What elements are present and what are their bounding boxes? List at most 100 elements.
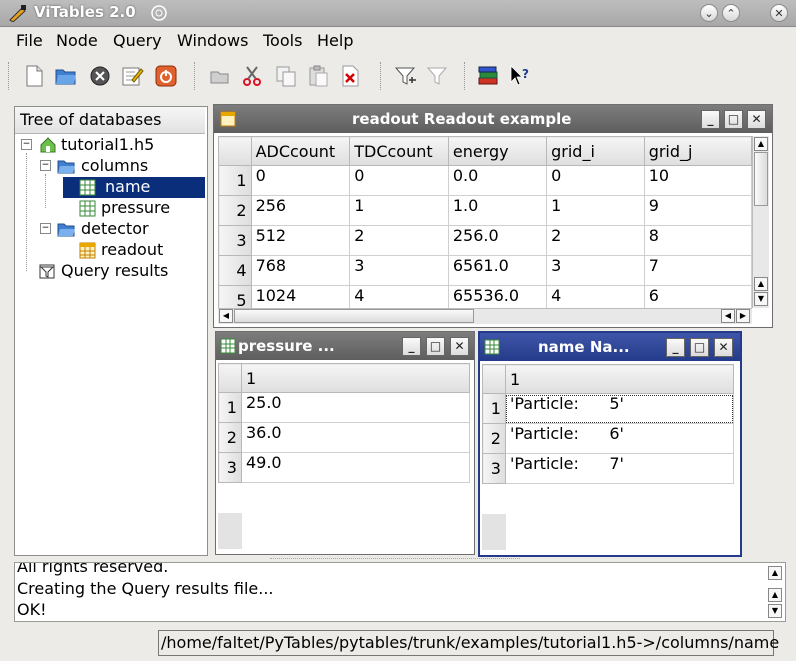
- close-button[interactable]: ✕: [747, 110, 766, 129]
- readout-titlebar[interactable]: readout Readout example _ □ ✕: [214, 105, 772, 133]
- table-cell[interactable]: 512: [250, 225, 351, 256]
- scroll-up-icon[interactable]: ▲: [768, 566, 782, 580]
- menu-query[interactable]: Query: [113, 31, 162, 50]
- tree-item-query-results[interactable]: Query results: [15, 261, 205, 282]
- row-header[interactable]: 1: [218, 392, 242, 423]
- corner-header[interactable]: [218, 363, 242, 393]
- table-cell[interactable]: 1: [546, 195, 645, 226]
- open-node-icon[interactable]: [208, 64, 232, 88]
- scroll-thumb[interactable]: [234, 309, 474, 323]
- open-folder-icon[interactable]: [54, 64, 78, 88]
- scroll-down-icon[interactable]: ▼: [754, 292, 768, 306]
- table-cell[interactable]: 1024: [250, 285, 351, 308]
- table-cell[interactable]: 1.0: [447, 195, 548, 226]
- maximize-button[interactable]: ⌃: [722, 4, 740, 22]
- tree-item-name[interactable]: name: [15, 177, 205, 198]
- collapse-icon[interactable]: −: [40, 223, 51, 234]
- close-button[interactable]: ✕: [714, 338, 733, 357]
- row-header[interactable]: 5: [218, 285, 252, 308]
- books-icon[interactable]: [476, 64, 500, 88]
- toolbar-handle[interactable]: [8, 62, 13, 90]
- column-header[interactable]: grid_j: [643, 136, 752, 166]
- collapse-icon[interactable]: −: [40, 160, 51, 171]
- copy-icon[interactable]: [274, 64, 298, 88]
- name-titlebar[interactable]: name Na... _ □ ✕: [480, 333, 740, 361]
- delete-icon[interactable]: [338, 64, 362, 88]
- log-scrollbar[interactable]: ▲ ▲ ▼: [767, 565, 783, 619]
- table-cell[interactable]: 0.0: [447, 165, 548, 196]
- column-header[interactable]: energy: [447, 136, 548, 166]
- table-cell[interactable]: 1: [349, 195, 449, 226]
- table-cell[interactable]: 768: [250, 255, 351, 286]
- corner-header[interactable]: [218, 136, 252, 166]
- tree-item-detector[interactable]: − detector: [15, 219, 205, 240]
- minimize-button[interactable]: _: [666, 338, 685, 357]
- quit-icon[interactable]: [154, 64, 178, 88]
- row-header[interactable]: 3: [482, 453, 506, 484]
- scroll-up-icon[interactable]: ▲: [768, 588, 782, 602]
- maximize-button[interactable]: □: [690, 338, 709, 357]
- new-file-icon[interactable]: [22, 64, 46, 88]
- horizontal-scrollbar[interactable]: ◀ ◀ ▶: [218, 308, 752, 324]
- tree-item-file[interactable]: − tutorial1.h5: [15, 135, 205, 156]
- row-header[interactable]: 4: [218, 255, 252, 286]
- column-header[interactable]: 1: [240, 363, 470, 393]
- minimize-button[interactable]: _: [402, 337, 421, 356]
- table-cell[interactable]: 256: [250, 195, 351, 226]
- scroll-thumb[interactable]: [754, 152, 768, 206]
- query-filter-icon[interactable]: [394, 64, 418, 88]
- close-button[interactable]: ✕: [450, 337, 469, 356]
- table-cell[interactable]: 9: [643, 195, 752, 226]
- tree-item-pressure[interactable]: pressure: [15, 198, 205, 219]
- minimize-button[interactable]: ⌄: [700, 4, 718, 22]
- whats-this-icon[interactable]: ?: [508, 64, 532, 88]
- row-header[interactable]: 3: [218, 452, 242, 483]
- row-header[interactable]: 2: [218, 195, 252, 226]
- table-cell[interactable]: 'Particle: 6': [504, 423, 734, 454]
- tree-item-readout[interactable]: readout: [15, 240, 205, 261]
- table-cell[interactable]: 65536.0: [447, 285, 548, 308]
- close-button[interactable]: ✕: [770, 4, 788, 22]
- pressure-table-viewport[interactable]: 1 1 25.0 2 36.0 3 49.0: [218, 363, 470, 549]
- table-cell[interactable]: 6: [643, 285, 752, 308]
- maximize-button[interactable]: □: [426, 337, 445, 356]
- table-cell[interactable]: 2: [546, 225, 645, 256]
- menu-help[interactable]: Help: [317, 31, 353, 50]
- tree-item-columns[interactable]: − columns: [15, 156, 205, 177]
- column-header[interactable]: grid_i: [546, 136, 645, 166]
- cut-icon[interactable]: [240, 64, 264, 88]
- column-header[interactable]: TDCcount: [349, 136, 449, 166]
- vertical-scrollbar[interactable]: ▲ ▲ ▼: [752, 136, 769, 308]
- table-cell[interactable]: 10: [643, 165, 752, 196]
- table-cell[interactable]: 0: [349, 165, 449, 196]
- scroll-left-icon[interactable]: ◀: [219, 309, 233, 323]
- table-cell[interactable]: 3: [349, 255, 449, 286]
- log-panel[interactable]: All rights reserved. Creating the Query …: [14, 562, 786, 622]
- scroll-left-icon[interactable]: ◀: [721, 309, 735, 323]
- table-cell[interactable]: 0: [250, 165, 351, 196]
- scroll-up-icon[interactable]: ▲: [754, 277, 768, 291]
- table-cell[interactable]: 4: [349, 285, 449, 308]
- close-file-icon[interactable]: [88, 64, 112, 88]
- table-cell[interactable]: 3: [546, 255, 645, 286]
- pressure-titlebar[interactable]: pressure ... _ □ ✕: [216, 332, 474, 360]
- table-cell[interactable]: 0: [546, 165, 645, 196]
- readout-table-viewport[interactable]: ADCcount TDCcount energy grid_i grid_j 1…: [218, 136, 752, 308]
- paste-icon[interactable]: [306, 64, 330, 88]
- row-header[interactable]: 1: [482, 393, 506, 424]
- collapse-icon[interactable]: −: [21, 139, 32, 150]
- table-cell[interactable]: 'Particle: 7': [504, 453, 734, 484]
- row-header[interactable]: 3: [218, 225, 252, 256]
- row-header[interactable]: 2: [218, 422, 242, 453]
- column-header[interactable]: 1: [504, 364, 734, 394]
- table-cell[interactable]: 'Particle: 5': [504, 393, 734, 424]
- table-cell[interactable]: 6561.0: [447, 255, 548, 286]
- table-cell[interactable]: 36.0: [240, 422, 470, 453]
- table-cell[interactable]: 25.0: [240, 392, 470, 423]
- scroll-right-icon[interactable]: ▶: [736, 309, 750, 323]
- row-header[interactable]: 2: [482, 423, 506, 454]
- minimize-button[interactable]: _: [701, 110, 720, 129]
- corner-header[interactable]: [482, 364, 506, 394]
- menu-windows[interactable]: Windows: [177, 31, 248, 50]
- scroll-up-icon[interactable]: ▲: [754, 137, 768, 151]
